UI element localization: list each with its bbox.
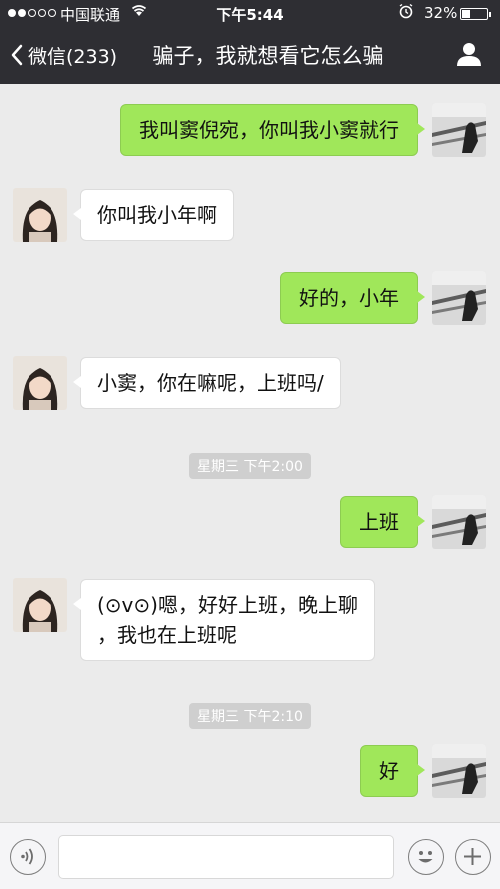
message-input[interactable] [58,835,394,879]
my-avatar[interactable] [432,495,486,549]
time-separator: 星期三 下午2:00 [0,453,500,479]
time-separator: 星期三 下午2:10 [0,703,500,729]
message-bubble-received[interactable]: 你叫我小年啊 [73,189,234,241]
alarm-icon [398,3,414,23]
person-icon[interactable] [456,41,482,71]
my-avatar[interactable] [432,744,486,798]
my-avatar[interactable] [432,271,486,325]
message-bubble-sent[interactable]: 上班 [340,496,425,548]
battery-level [462,10,470,18]
chat-title: 骗子，我就想看它怎么骗 [152,44,384,68]
emoji-icon[interactable] [408,839,444,875]
plus-icon[interactable] [455,839,491,875]
voice-icon[interactable] [10,839,46,875]
nav-bar: 微信(233) 骗子，我就想看它怎么骗 [0,26,500,84]
contact-avatar[interactable] [13,356,67,410]
my-avatar[interactable] [432,103,486,157]
time-label: 星期三 下午2:00 [189,453,311,479]
message-bubble-received[interactable]: 小窦，你在嘛呢，上班吗/ [73,357,341,409]
message-bubble-sent[interactable]: 我叫窦倪宛，你叫我小窦就行 [120,104,425,156]
status-bar: 中国联通 下午5:44 32% [0,0,500,26]
contact-avatar[interactable] [13,578,67,632]
time-label: 星期三 下午2:10 [189,703,311,729]
battery-icon [460,8,491,20]
message-bubble-sent[interactable]: 好的，小年 [280,272,425,324]
message-bubble-received[interactable]: (⊙v⊙)嗯，好好上班，晚上聊 ，我也在上班呢 [73,579,375,661]
battery-percent: 32% [424,4,458,22]
top-bar: 中国联通 下午5:44 32% 微信(233) 骗子，我就想看它怎么骗 [0,0,500,84]
chat-area[interactable]: 我叫窦倪宛，你叫我小窦就行 你叫我小年啊 好的，小年 小窦，你在嘛呢，上班吗/ … [0,84,500,822]
message-bubble-sent[interactable]: 好 [360,745,425,797]
contact-avatar[interactable] [13,188,67,242]
input-bar [0,822,500,889]
